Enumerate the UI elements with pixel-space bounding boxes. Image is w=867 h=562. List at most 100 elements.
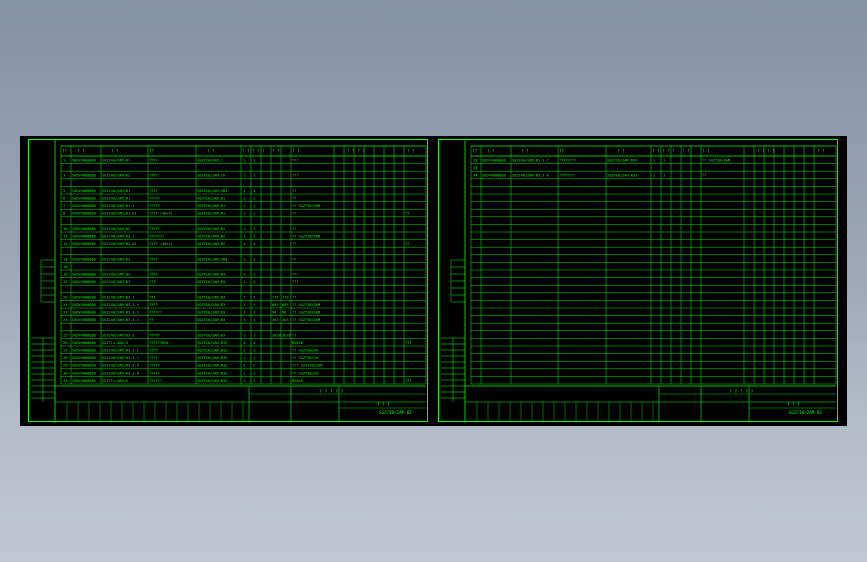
row-code: SGDV4000000 — [482, 159, 506, 163]
row-number: 8 — [63, 211, 66, 216]
row-unit: 1 — [253, 241, 256, 246]
row-note: ?? — [292, 197, 296, 201]
row-number: 22 — [63, 310, 68, 315]
row-spec: ????? — [149, 371, 160, 375]
row-spec: ???? — [149, 257, 158, 261]
row-unit: 1 — [253, 294, 256, 299]
row-drawing: SGZ710/2AM.B32 — [607, 159, 637, 163]
row-unit: 1 — [253, 188, 256, 193]
row-name: SGZ240/2AM.B2 — [102, 227, 130, 231]
row-code: SGDV4000000 — [72, 189, 96, 193]
title-code: SGZ710/2AM.B2 — [379, 410, 412, 415]
row-extra: ?? — [405, 212, 409, 216]
row-number: 3 — [63, 173, 65, 178]
row-code: SGDV4000000 — [72, 318, 96, 322]
row-qty: 1 — [243, 256, 246, 261]
row-name: SGZ711.400.9 — [102, 341, 128, 345]
row-name: SGZ240/2AM.B3.2-2 — [102, 356, 139, 360]
row-unit: 2 — [253, 363, 255, 368]
row-unit: 1 — [253, 355, 256, 360]
row-drawing: SGZ710/2AM.B1 — [197, 204, 225, 208]
header-cell: ? ? — [111, 149, 119, 154]
row-unit: 1 — [253, 203, 256, 208]
row-name: SGZ240/2AM.B3.2-7 — [512, 159, 549, 163]
row-note: M20x8 — [292, 341, 303, 345]
header-cell: ? ? — [487, 149, 495, 154]
row-note: ?? — [292, 295, 296, 299]
row-qty: 1 — [243, 241, 246, 246]
row-qty: 1 — [243, 226, 246, 231]
header-cell: ? ? ? ? — [757, 149, 775, 154]
row-qty: 1 — [243, 370, 246, 375]
cad-viewport[interactable]: ??? ?? ???? ?? ? ? ? ?? ?? ?? ? ? ?? ? 1 S… — [20, 136, 847, 426]
row-code: SGDV4000000 — [72, 295, 96, 299]
header-cell: ? ? — [77, 149, 85, 154]
row-drawing: SGZ710/2AM.B3 — [197, 311, 225, 315]
title-doc: ? ? ? — [377, 402, 390, 407]
row-unit: 1 — [663, 158, 666, 163]
row-drawing: SGZ710/2AM.B2 — [197, 227, 225, 231]
row-name: SGZ711.400.6 — [102, 379, 128, 383]
row-qty: 1 — [243, 203, 246, 208]
row-number: 5 — [63, 188, 65, 193]
row-unit: 1 — [253, 317, 256, 322]
row-note: ??? — [292, 174, 299, 178]
row-spec: ???? — [149, 273, 158, 277]
row-unit: 1 — [253, 279, 256, 284]
row-note: ?? — [292, 212, 296, 216]
row-extra: ??? — [405, 379, 412, 383]
header-cell: ?? — [62, 149, 68, 154]
row-note: ?? SGZ710/2AM — [292, 311, 321, 315]
title-name: ? ? ? ? ? — [319, 389, 344, 395]
row-name: SGZ240/2AM.B1 — [102, 197, 130, 201]
row-number: 11 — [63, 234, 68, 239]
header-cell: ? ? ? ? ? — [652, 149, 675, 154]
row-number: 30 — [63, 370, 68, 375]
row-qty: 1 — [243, 294, 246, 299]
row-number: 1 — [63, 158, 66, 163]
row-extra: ?? — [405, 242, 409, 246]
row-name: SGZ240/2AM.B3.2-3 — [102, 364, 139, 368]
row-drawing: SGZ710/2AM.B3 — [197, 303, 225, 307]
row-spec: ????? — [149, 204, 160, 208]
header-cell: ? ? — [682, 149, 690, 154]
header-cell: ? ? — [292, 149, 300, 154]
row-code: SGDV4000000 — [72, 227, 96, 231]
header-cell: ? ? ? ? ? — [242, 149, 265, 154]
row-number: 17 — [63, 279, 68, 284]
row-name: SGZ240/2AM.B1.1 — [102, 204, 134, 208]
row-spec: ???? (40x4) — [149, 212, 173, 216]
bom-sheet-2: ?? ? ? ? ??? ? ? ? ? ? ? ? ? ? ? ? ? ? ? ? ? ? 32… — [438, 139, 838, 423]
row-note: ?? — [292, 189, 296, 193]
row-name: SGZ240/2AM.B3.2-1 — [102, 349, 139, 353]
row-spec: ??? — [149, 295, 156, 299]
row-qty: 1 — [653, 173, 656, 178]
row-spec: ???? — [149, 174, 158, 178]
row-unit: 1 — [253, 196, 256, 201]
row-number: 25 — [63, 332, 68, 337]
row-name: SGZ240/2AM.B3.3.1 — [102, 318, 139, 322]
row-note: ?? — [702, 174, 706, 178]
row-drawing: SGZ710/2AM.B32 — [197, 341, 227, 345]
row-name: SGZ240/2AM-B1 — [102, 159, 130, 163]
bom-sheet-1: ??? ?? ???? ?? ? ? ? ?? ?? ?? ? ? ?? ? 1 S… — [28, 139, 428, 423]
row-name: SGZ240/2AM-B2 — [102, 174, 130, 178]
header-cell: ? ? — [521, 149, 529, 154]
row-drawing: SGZ710/2AM.B1 — [197, 212, 225, 216]
row-qty: 1 — [243, 378, 246, 383]
row-code: SGDV4000000 — [72, 174, 96, 178]
row-spec: ????? — [149, 197, 160, 201]
row-note: ?? SGZ710/2AM — [292, 303, 321, 307]
row-spec: ???? (40x4) — [149, 242, 173, 246]
row-weight: 1628 — [272, 333, 281, 337]
row-number: 32 — [473, 158, 478, 163]
row-number: 16 — [63, 272, 68, 277]
row-note: ?? — [292, 242, 296, 246]
header-cell: ? ? — [617, 149, 625, 154]
row-name: SGZ240/2AM.B1-01 — [102, 212, 137, 216]
row-name: SGZ240/2AM.B3 — [102, 273, 130, 277]
row-number: 20 — [63, 294, 68, 299]
row-code: SGDV4000000 — [482, 174, 506, 178]
row-weight: 685 — [272, 303, 279, 307]
row-code: SGDV4000000 — [72, 273, 96, 277]
